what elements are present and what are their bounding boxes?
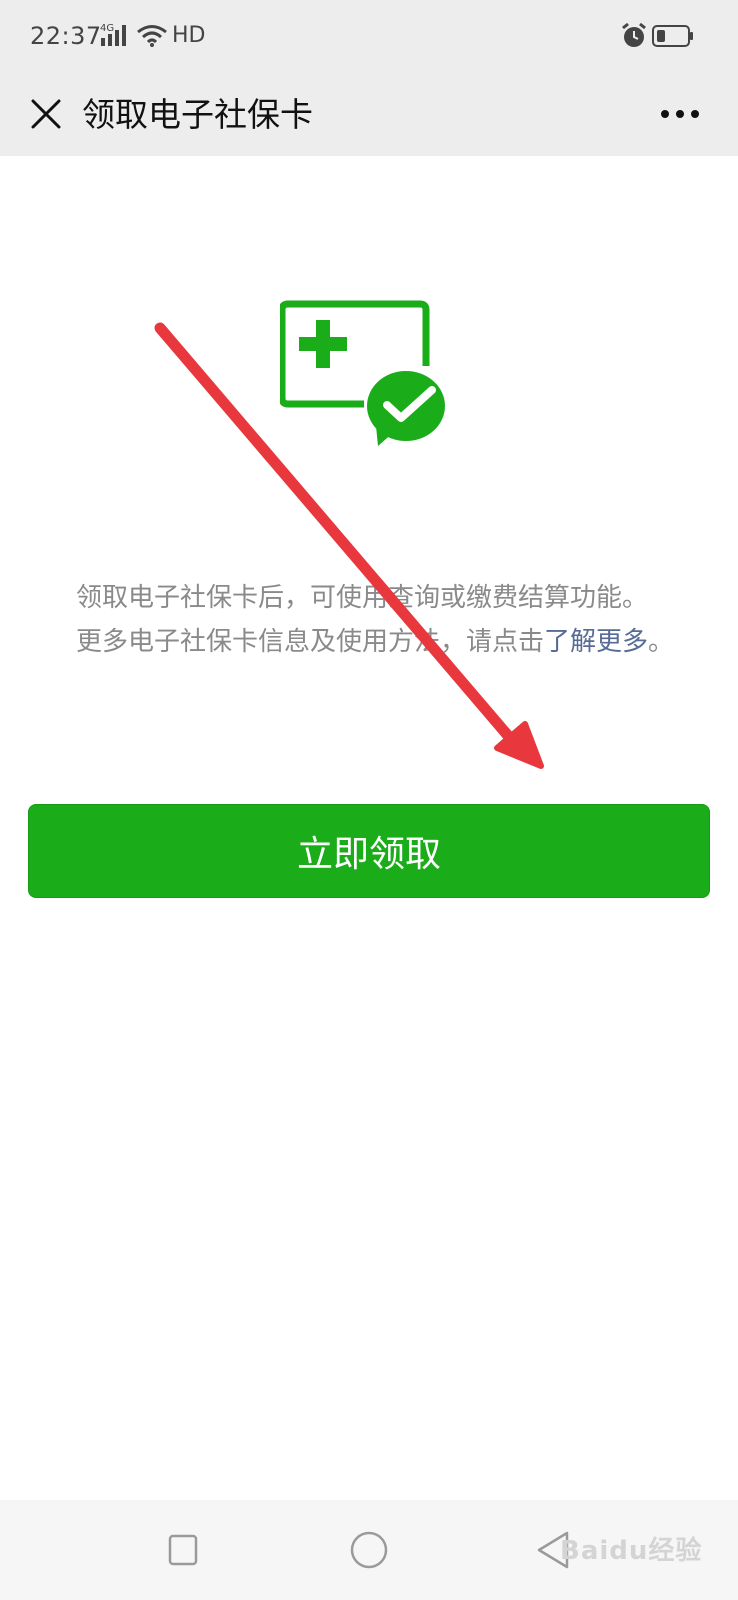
close-icon	[31, 99, 61, 129]
alarm-icon	[622, 22, 646, 47]
annotation-arrow	[154, 322, 544, 769]
wechat-check-badge-icon	[367, 371, 445, 446]
social-security-card-icon	[280, 300, 445, 446]
baidu-watermark: Baidu经验	[560, 1536, 703, 1566]
more-icon	[661, 110, 699, 118]
wifi-icon	[137, 25, 167, 47]
description-text: 领取电子社保卡后，可使用查询或缴费结算功能。 更多电子社保卡信息及使用方法，请点…	[76, 576, 676, 664]
nav-bar: 领取电子社保卡	[0, 72, 738, 156]
recent-apps-icon[interactable]	[168, 1534, 198, 1566]
status-bar: 22:37 4G HD	[0, 0, 738, 72]
claim-now-button[interactable]: 立即领取	[28, 804, 710, 898]
network-quality-label: HD	[172, 23, 206, 48]
description-end-punct: 。	[648, 627, 675, 657]
page-title: 领取电子社保卡	[82, 95, 313, 134]
status-time: 22:37	[30, 22, 102, 50]
network-type-label: 4G	[100, 23, 114, 34]
signal-icon: 4G	[100, 23, 126, 46]
learn-more-link[interactable]: 了解更多	[544, 627, 648, 657]
home-icon[interactable]	[350, 1531, 388, 1569]
close-button[interactable]	[18, 86, 74, 142]
more-button[interactable]	[650, 86, 710, 142]
battery-icon	[652, 25, 693, 47]
